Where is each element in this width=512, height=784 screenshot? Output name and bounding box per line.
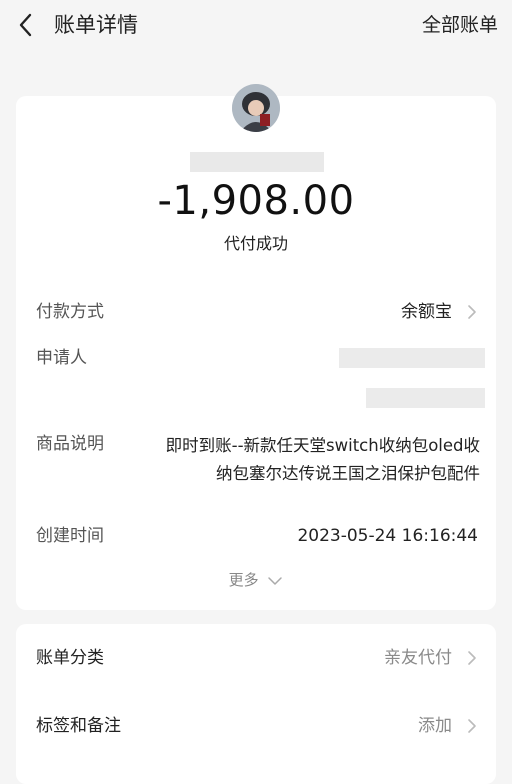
payment-method-label: 付款方式 [36, 302, 104, 322]
description-line-2: 纳包塞尔达传说王国之泪保护包配件 [216, 464, 480, 483]
description-line-1: 即时到账--新款任天堂switch收纳包oled收 [165, 436, 480, 455]
all-bills-link[interactable]: 全部账单 [422, 10, 498, 40]
created-time-label: 创建时间 [36, 526, 104, 546]
back-chevron-icon[interactable] [14, 10, 40, 40]
more-label: 更多 [228, 571, 259, 589]
applicant-redacted [339, 348, 485, 368]
page-title: 账单详情 [54, 13, 138, 37]
bill-status: 代付成功 [223, 234, 288, 253]
chevron-right-icon[interactable] [467, 650, 477, 666]
bill-category-label: 账单分类 [36, 648, 104, 668]
bill-category-value[interactable]: 亲友代付 [384, 646, 452, 670]
bill-amount: -1,908.00 [157, 178, 355, 224]
tags-notes-label: 标签和备注 [36, 716, 121, 736]
chevron-right-icon[interactable] [467, 304, 477, 320]
payment-method-value[interactable]: 余额宝 [401, 300, 452, 324]
applicant-account-redacted [366, 388, 485, 408]
top-bar: 账单详情 全部账单 [0, 0, 512, 54]
more-toggle[interactable]: 更多 [0, 568, 512, 593]
description-value: 即时到账--新款任天堂switch收纳包oled收 纳包塞尔达传说王国之泪保护包… [130, 432, 480, 488]
chevron-down-icon [267, 569, 283, 593]
applicant-label: 申请人 [36, 348, 87, 368]
created-time-value: 2023-05-24 16:16:44 [297, 526, 478, 546]
description-label: 商品说明 [36, 434, 104, 454]
avatar [232, 84, 280, 132]
name-redacted [190, 152, 324, 172]
tags-notes-value[interactable]: 添加 [418, 714, 452, 738]
chevron-right-icon[interactable] [467, 718, 477, 734]
